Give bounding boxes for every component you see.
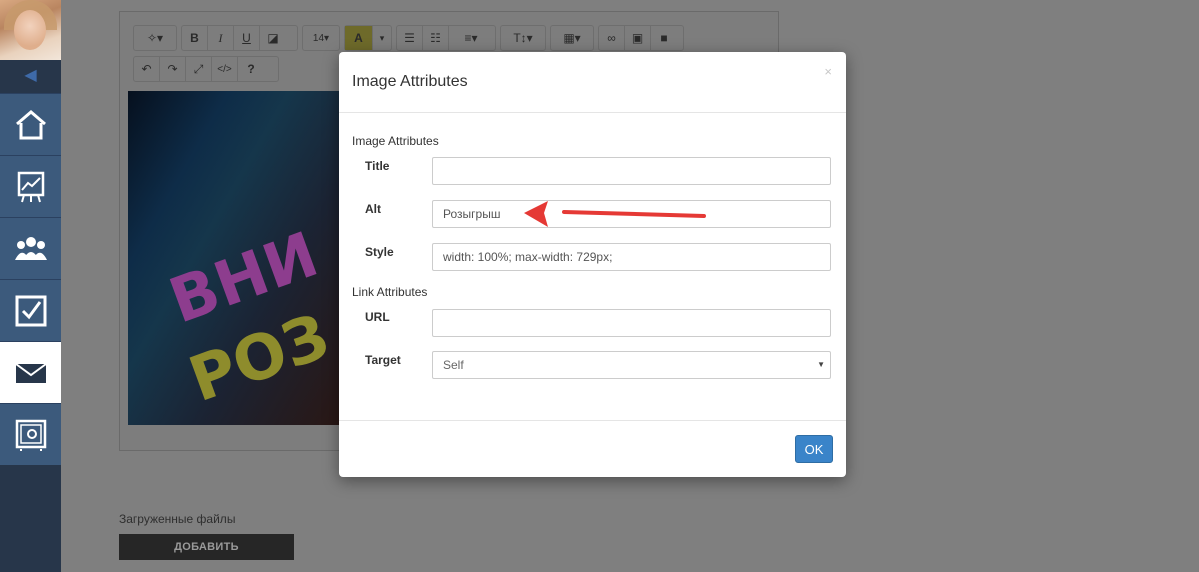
text-color-button[interactable]: A (345, 26, 373, 50)
home-icon (15, 109, 46, 139)
table-dropdown-icon[interactable]: ▦▾ (551, 26, 593, 50)
users-icon (14, 236, 47, 260)
sidebar-item-home[interactable] (0, 93, 61, 155)
style-input[interactable]: width: 100%; max-width: 729px; (432, 243, 831, 271)
fullscreen-icon[interactable]: ⤢ (186, 57, 212, 81)
uploaded-files-label: Загруженные файлы (119, 512, 236, 526)
toolbar-misc-group: ↶ ↷ ⤢ </> ? (133, 56, 279, 82)
video-icon[interactable]: ■ (651, 26, 677, 50)
url-label: URL (365, 310, 390, 324)
sidebar-item-tasks[interactable] (0, 279, 61, 341)
sidebar: ◀ (0, 0, 61, 572)
font-size-value: 14 (312, 32, 325, 44)
link-attributes-section-label: Link Attributes (352, 285, 428, 299)
modal-footer: OK (339, 420, 846, 478)
editor-image[interactable]: ВНИ РОЗ (128, 91, 341, 425)
url-input[interactable] (432, 309, 831, 337)
safe-icon (15, 419, 46, 451)
bold-button[interactable]: B (182, 26, 208, 50)
sidebar-item-users[interactable] (0, 217, 61, 279)
toolbar-height-group: T↕▾ (500, 25, 546, 51)
modal-header: Image Attributes × (339, 52, 846, 113)
image-icon[interactable]: ▣ (625, 26, 651, 50)
redo-icon[interactable]: ↷ (160, 57, 186, 81)
undo-icon[interactable]: ↶ (134, 57, 160, 81)
title-input[interactable] (432, 157, 831, 185)
image-attributes-section-label: Image Attributes (352, 134, 439, 148)
italic-button[interactable]: I (208, 26, 234, 50)
speaker-icon[interactable]: ◀ (0, 60, 61, 92)
toolbar-style-group: ✧▾ (133, 25, 177, 51)
chevron-down-icon: ▼ (817, 360, 825, 369)
line-height-button[interactable]: T↕▾ (501, 26, 545, 50)
toolbar-insert-group: ∞ ▣ ■ (598, 25, 684, 51)
target-label: Target (365, 353, 401, 367)
font-size-dropdown[interactable]: 14 ▾ (303, 26, 339, 50)
magic-wand-button[interactable]: ✧▾ (134, 26, 176, 50)
unordered-list-icon[interactable]: ☰ (397, 26, 423, 50)
alt-label: Alt (365, 202, 381, 216)
style-label: Style (365, 245, 394, 259)
target-select[interactable]: Self ▼ (432, 351, 831, 379)
toolbar-para-group: ☰ ☷ ≡▾ (396, 25, 496, 51)
eraser-icon[interactable]: ◪ (260, 26, 286, 50)
code-view-button[interactable]: </> (212, 57, 238, 81)
toolbar-table-group: ▦▾ (550, 25, 594, 51)
toolbar-color-group: A ▾ (344, 25, 392, 51)
ok-button[interactable]: OK (795, 435, 833, 463)
align-dropdown-icon[interactable]: ≡▾ (449, 26, 493, 50)
underline-button[interactable]: U (234, 26, 260, 50)
link-icon[interactable]: ∞ (599, 26, 625, 50)
mail-icon (14, 362, 47, 383)
chart-icon (17, 171, 44, 202)
sidebar-item-safe[interactable] (0, 403, 61, 465)
target-select-value: Self (443, 358, 464, 372)
sidebar-item-mail[interactable] (0, 341, 61, 403)
add-file-button[interactable]: ДОБАВИТЬ (119, 534, 294, 560)
close-icon[interactable]: × (824, 64, 832, 79)
avatar[interactable] (0, 0, 61, 60)
toolbar-format-group: B I U ◪ (181, 25, 298, 51)
toolbar-size-group: 14 ▾ (302, 25, 340, 51)
sidebar-item-stats[interactable] (0, 155, 61, 217)
modal-title: Image Attributes (352, 73, 468, 90)
help-button[interactable]: ? (238, 57, 264, 81)
title-label: Title (365, 159, 390, 173)
ordered-list-icon[interactable]: ☷ (423, 26, 449, 50)
avatar-face (14, 10, 46, 50)
checkbox-icon (15, 295, 46, 326)
color-dropdown-caret[interactable]: ▾ (373, 26, 391, 50)
red-arrow-annotation (524, 201, 706, 227)
image-attributes-modal: Image Attributes × Image Attributes Titl… (339, 52, 846, 477)
